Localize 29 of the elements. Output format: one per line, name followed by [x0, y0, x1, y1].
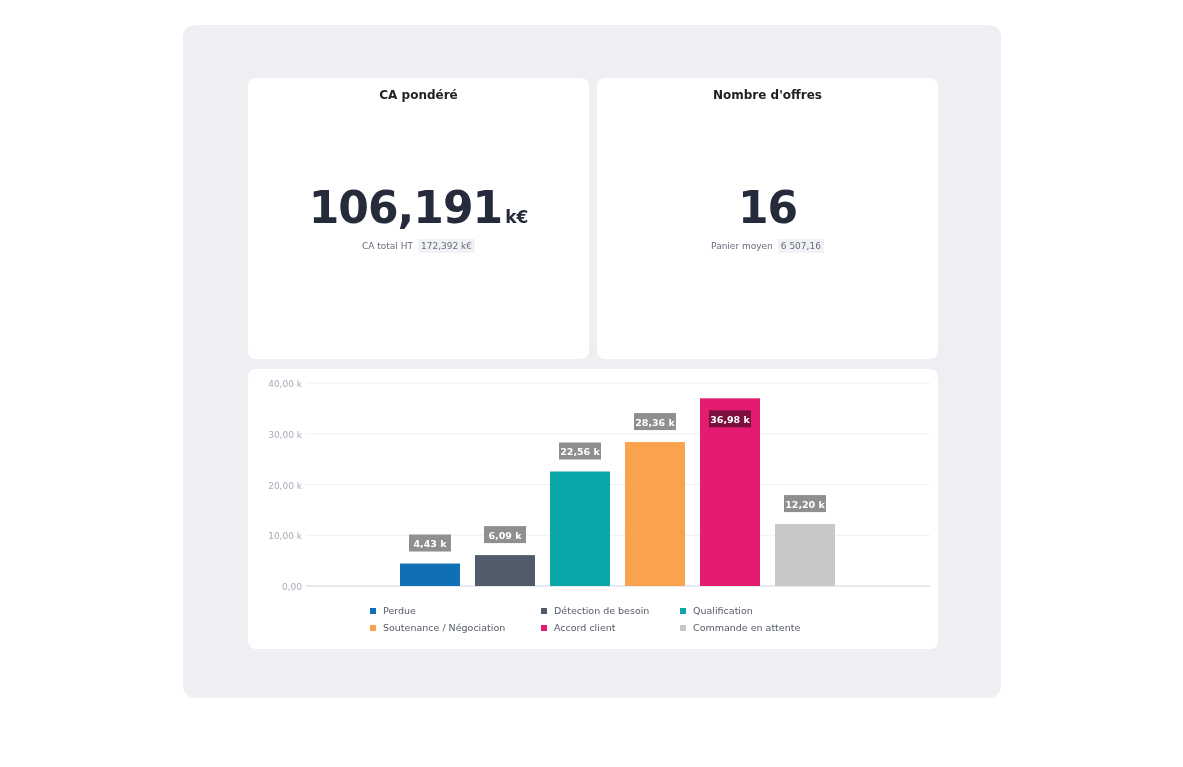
bar — [400, 563, 460, 586]
legend-label: Soutenance / Négociation — [383, 622, 506, 633]
axis-label: 10,00 k — [268, 531, 302, 542]
card-title: Nombre d'offres — [712, 88, 822, 102]
sub-value: 172,392 k€ — [418, 239, 475, 253]
kpi-value: 106,191 — [308, 182, 503, 233]
kpi-unit: k€ — [505, 207, 529, 227]
axis-label: 30,00 k — [268, 429, 302, 440]
legend-label: Qualification — [693, 605, 753, 616]
axis-label: 20,00 k — [268, 480, 302, 491]
bar — [475, 555, 535, 586]
value-label: 22,56 k — [559, 442, 601, 460]
axis-label: 0,00 — [281, 582, 302, 592]
value-label: 12,20 k — [784, 495, 826, 513]
sub-label: Panier moyen — [711, 241, 773, 251]
axis-label: 40,00 k — [268, 379, 302, 389]
bar — [775, 524, 835, 586]
legend-label: Accord client — [554, 622, 616, 633]
card-title: CA pondéré — [379, 88, 458, 102]
value-label: 28,36 k — [634, 413, 676, 431]
legend-label: Commande en attente — [693, 622, 801, 633]
sub-value: 6 507,16 — [777, 239, 824, 253]
value-label: 4,43 k — [409, 534, 451, 552]
kpi-value: 16 — [737, 182, 798, 233]
value-label: 36,98 k — [709, 410, 751, 428]
value-label: 6,09 k — [484, 526, 526, 544]
legend-label: Détection de besoin — [554, 605, 650, 616]
sub-label: CA total HT — [361, 241, 413, 251]
legend-label: Perdue — [383, 605, 416, 616]
